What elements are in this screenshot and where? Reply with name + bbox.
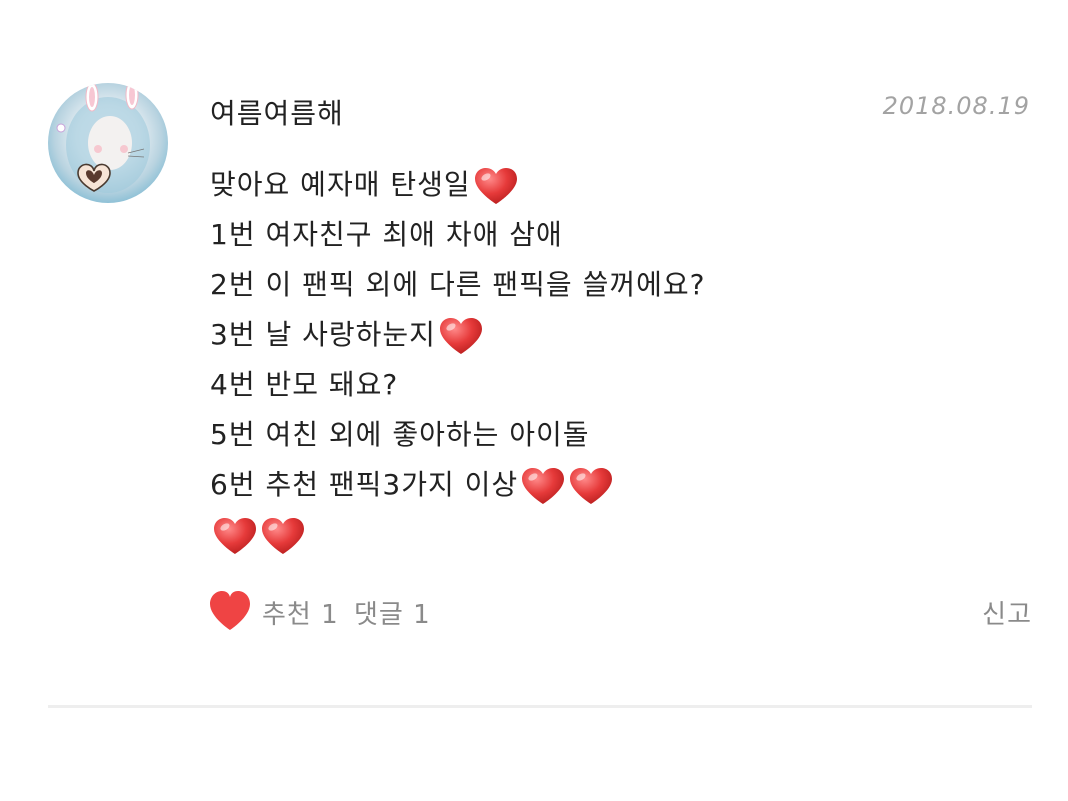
comment-line-text: 4번 반모 돼요? bbox=[210, 368, 399, 401]
comment-line: 1번 여자친구 최애 차애 삼애 bbox=[210, 210, 1010, 260]
divider bbox=[48, 705, 1032, 708]
avatar[interactable] bbox=[48, 83, 168, 203]
comment-date: 2018.08.19 bbox=[882, 92, 1030, 120]
author-name[interactable]: 여름여름해 bbox=[210, 92, 344, 132]
comment-item: 여름여름해 2018.08.19 맞아요 예자매 탄생일 1번 여자친구 최애 차… bbox=[0, 0, 1068, 801]
comment-line-text: 5번 여친 외에 좋아하는 아이돌 bbox=[210, 418, 590, 451]
comment-line: 4번 반모 돼요? bbox=[210, 360, 1010, 410]
heart-emoji-icon bbox=[568, 466, 614, 506]
comment-line-text: 맞아요 예자매 탄생일 bbox=[210, 168, 471, 201]
comment-line: 3번 날 사랑하눈지 bbox=[210, 310, 1010, 360]
comment-line: 6번 추천 팬픽3가지 이상 bbox=[210, 460, 1010, 510]
comment-body: 맞아요 예자매 탄생일 1번 여자친구 최애 차애 삼애 2번 이 팬픽 외에 다른… bbox=[210, 160, 1010, 560]
comment-line: 맞아요 예자매 탄생일 bbox=[210, 160, 1010, 210]
like-count-label[interactable]: 추천 1 bbox=[262, 594, 339, 631]
heart-emoji-icon bbox=[212, 516, 258, 556]
comment-line-text: 2번 이 팬픽 외에 다른 팬픽을 쓸꺼에요? bbox=[210, 268, 706, 301]
reply-count-label[interactable]: 댓글 1 bbox=[354, 594, 431, 631]
like-button[interactable] bbox=[208, 590, 252, 632]
comment-line: 2번 이 팬픽 외에 다른 팬픽을 쓸꺼에요? bbox=[210, 260, 1010, 310]
comment-line: 5번 여친 외에 좋아하는 아이돌 bbox=[210, 410, 1010, 460]
avatar-photo-icon bbox=[56, 83, 150, 193]
heart-emoji-icon bbox=[520, 466, 566, 506]
report-button[interactable]: 신고 bbox=[982, 594, 1032, 631]
comment-line-text: 6번 추천 팬픽3가지 이상 bbox=[210, 468, 519, 501]
heart-emoji-icon bbox=[473, 166, 519, 206]
comment-line-text: 3번 날 사랑하눈지 bbox=[210, 318, 436, 351]
heart-emoji-icon bbox=[438, 316, 484, 356]
heart-emoji-icon bbox=[260, 516, 306, 556]
comment-line-text: 1번 여자친구 최애 차애 삼애 bbox=[210, 218, 563, 251]
comment-line bbox=[210, 510, 1010, 560]
heart-icon bbox=[210, 591, 250, 630]
comment-footer: 추천 1 댓글 1 신고 bbox=[208, 588, 1032, 636]
